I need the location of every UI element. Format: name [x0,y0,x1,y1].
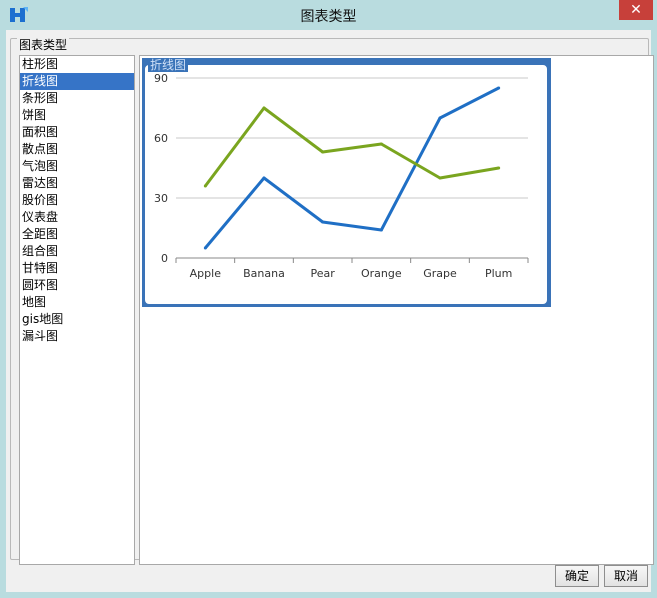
data-point [262,176,266,180]
x-tick-label: Plum [485,267,512,280]
chart-type-item[interactable]: gis地图 [20,311,134,328]
series-line-1 [204,86,500,249]
y-tick-label: 60 [154,132,168,145]
y-tick-label: 30 [154,192,168,205]
y-tick-label: 90 [154,72,168,85]
chart-type-item[interactable]: 饼图 [20,107,134,124]
chart-type-item[interactable]: 折线图 [20,73,134,90]
chart-type-item[interactable]: 散点图 [20,141,134,158]
chart-type-item[interactable]: 组合图 [20,243,134,260]
data-point [321,220,325,224]
data-point [379,228,383,232]
data-point [379,142,383,146]
chart-type-item[interactable]: 面积图 [20,124,134,141]
series-line-2 [204,106,499,187]
chart-type-list[interactable]: 柱形图 折线图 条形图 饼图 面积图 散点图 气泡图 雷达图 股价图 仪表盘 全距图 组合图 甘特图 圆环… [19,55,135,565]
cancel-button[interactable]: 取消 [604,565,648,587]
chart-type-item[interactable]: 条形图 [20,90,134,107]
data-point [438,116,442,120]
chart-type-item[interactable]: 仪表盘 [20,209,134,226]
data-point [203,246,207,250]
x-tick-label: Banana [243,267,285,280]
data-point [438,176,442,180]
chart-type-item[interactable]: 雷达图 [20,175,134,192]
data-point [321,150,325,154]
chart-type-group: 图表类型 柱形图 折线图 条形图 饼图 面积图 散点图 气泡图 雷达图 股价图 仪表盘 全距图 组合图… [10,38,654,565]
close-button[interactable]: ✕ [619,0,653,20]
chart-type-item[interactable]: 全距图 [20,226,134,243]
chart-preview-area: 0 30 60 90 Apple Banana Pear Orange Grape Plum 折线… [139,55,654,565]
chart-type-item[interactable]: 柱形图 [20,56,134,73]
x-tick-label: Orange [361,267,402,280]
preview-label: 折线图 [148,58,189,72]
dialog-window: 图表类型 ✕ 图表类型 柱形图 折线图 条形图 饼图 面积图 散点图 气泡图 雷达图 股价图 仪表… [0,0,657,598]
y-tick-label: 0 [161,252,168,265]
chart-type-item[interactable]: 甘特图 [20,260,134,277]
ok-button[interactable]: 确定 [555,565,599,587]
data-point [262,106,266,110]
chart-type-item[interactable]: 股价图 [20,192,134,209]
data-point [497,86,501,90]
chart-preview-panel[interactable]: 0 30 60 90 Apple Banana Pear Orange Grape Plum 折线… [142,58,551,307]
data-point [203,184,207,188]
chart-preview-frame: 0 30 60 90 Apple Banana Pear Orange Grape Plum [145,65,547,304]
chart-type-item[interactable]: 漏斗图 [20,328,134,345]
group-title: 图表类型 [17,38,70,52]
dialog-body: 图表类型 柱形图 折线图 条形图 饼图 面积图 散点图 气泡图 雷达图 股价图 仪表盘 全距图 组合图… [6,30,654,592]
chart-type-item[interactable]: 圆环图 [20,277,134,294]
chart-type-item[interactable]: 地图 [20,294,134,311]
line-chart: 0 30 60 90 Apple Banana Pear Orange Grape Plum [154,72,529,280]
x-tick-label: Apple [190,267,222,280]
window-title: 图表类型 [300,9,357,25]
x-tick-label: Grape [423,267,457,280]
chart-type-item[interactable]: 气泡图 [20,158,134,175]
data-point [497,166,501,170]
title-bar: 图表类型 ✕ [0,0,657,30]
x-tick-label: Pear [311,267,336,280]
